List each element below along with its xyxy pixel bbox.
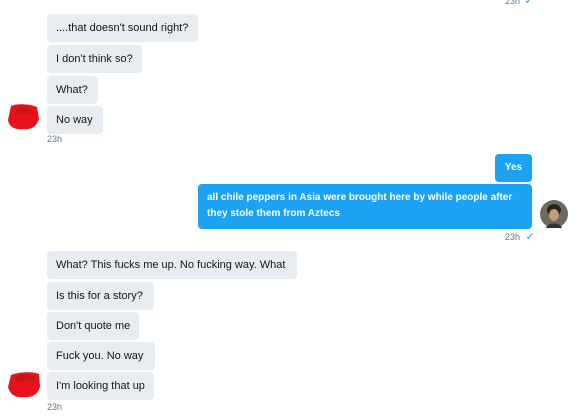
message-text: What?	[56, 83, 88, 96]
message-bubble[interactable]: I'm looking that up	[47, 372, 154, 400]
message-text: Is this for a story?	[56, 289, 143, 302]
message-timestamp: 23h	[47, 402, 63, 412]
message-bubble[interactable]: What?	[47, 76, 98, 104]
message-timestamp-row: 23h ✓	[505, 230, 535, 243]
message-text: ....that doesn't sound right?	[56, 21, 189, 34]
message-bubble[interactable]: ....that doesn't sound right?	[47, 14, 198, 42]
message-bubble[interactable]: Fuck you. No way	[47, 342, 155, 370]
message-text: No way	[56, 113, 93, 126]
message-bubble[interactable]: No way	[47, 106, 103, 134]
checkmark-icon: ✓	[524, 0, 534, 7]
checkmark-icon: ✓	[525, 231, 535, 243]
message-text: I'm looking that up	[56, 379, 145, 392]
message-bubble[interactable]: What? This fucks me up. No fucking way. …	[47, 251, 297, 279]
message-bubble[interactable]: Is this for a story?	[47, 282, 154, 310]
message-text: Don't quote me	[56, 319, 131, 332]
message-text: I don't think so?	[56, 52, 133, 65]
redacted-avatar	[8, 372, 40, 398]
message-text: What? This fucks me up. No fucking way. …	[56, 258, 286, 271]
redacted-avatar	[8, 104, 39, 130]
top-timestamp: 23h ✓	[505, 0, 534, 7]
message-text: Fuck you. No way	[56, 349, 144, 362]
message-text: Yes	[504, 162, 523, 173]
message-bubble[interactable]: Yes	[495, 154, 532, 182]
message-bubble[interactable]: Don't quote me	[47, 312, 139, 340]
message-bubble[interactable]: I don't think so?	[47, 45, 142, 73]
message-text: all chile peppers in Asia were brought h…	[207, 192, 513, 219]
message-bubble[interactable]: all chile peppers in Asia were brought h…	[198, 184, 532, 229]
user-avatar[interactable]	[540, 200, 568, 228]
message-timestamp: 23h	[505, 232, 521, 242]
message-timestamp: 23h	[47, 134, 63, 144]
